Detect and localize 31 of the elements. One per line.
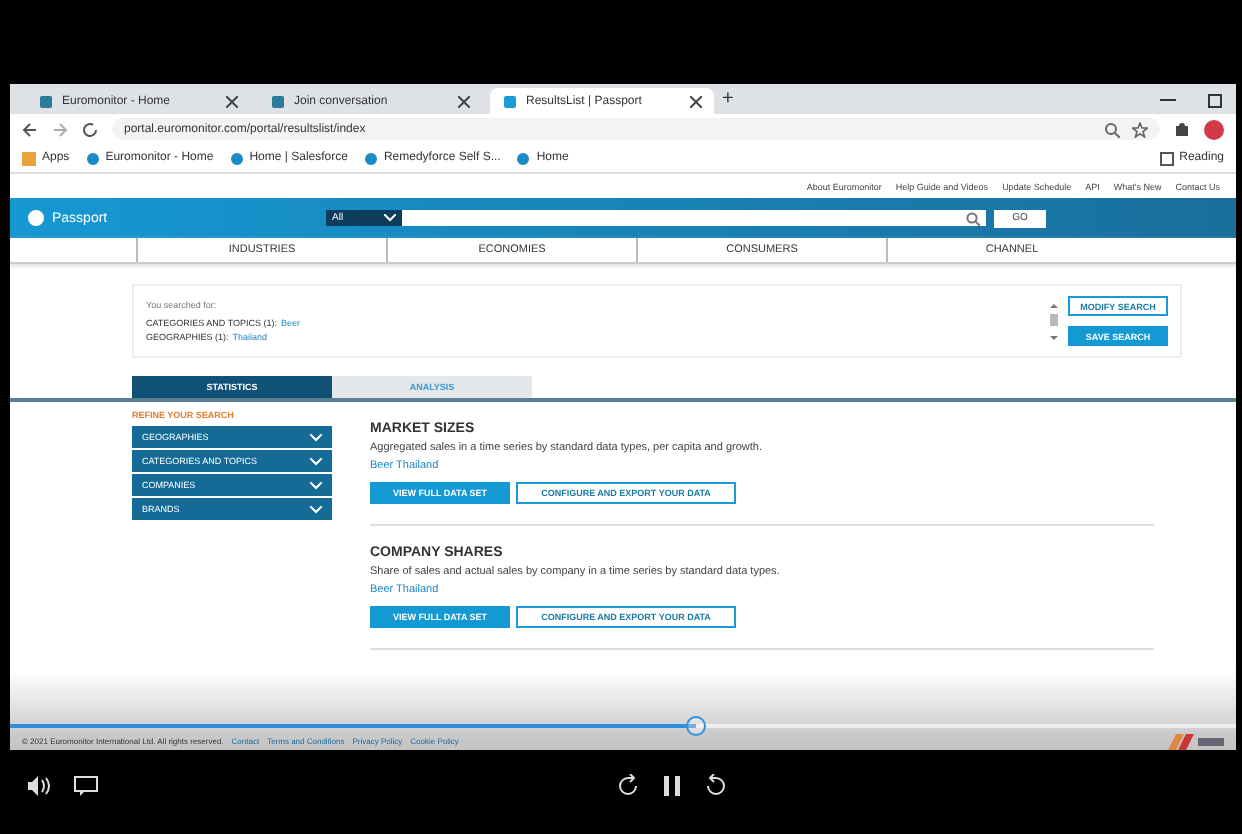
volume-icon[interactable] bbox=[26, 775, 50, 795]
chevron-down-icon bbox=[310, 505, 322, 513]
bookmark-icon bbox=[363, 151, 378, 165]
search-icon bbox=[966, 211, 980, 225]
chevron-down-icon bbox=[310, 481, 322, 489]
profile-avatar-icon[interactable] bbox=[1204, 119, 1224, 139]
new-tab-button[interactable]: + bbox=[722, 88, 734, 110]
restore-icon[interactable] bbox=[1208, 91, 1224, 107]
company-logo-icon bbox=[1168, 733, 1224, 749]
star-icon[interactable] bbox=[1132, 121, 1148, 137]
bookmark-icon bbox=[85, 151, 100, 165]
site-icon bbox=[270, 93, 286, 109]
caret-icon bbox=[384, 214, 396, 222]
back-icon[interactable] bbox=[22, 121, 38, 137]
chevron-down-icon bbox=[310, 433, 322, 441]
bookmark-icon bbox=[229, 151, 244, 165]
logo-icon bbox=[26, 208, 46, 228]
search-field[interactable] bbox=[402, 210, 986, 226]
captions-icon[interactable] bbox=[74, 775, 98, 795]
progress-thumb[interactable] bbox=[686, 716, 707, 736]
reload-icon[interactable] bbox=[82, 121, 98, 137]
pause-icon[interactable] bbox=[663, 775, 679, 795]
site-icon bbox=[502, 93, 518, 109]
close-icon[interactable] bbox=[458, 95, 470, 107]
bookmark-icon bbox=[516, 151, 531, 165]
scrollbar-icon bbox=[1048, 301, 1060, 341]
close-icon[interactable] bbox=[226, 95, 238, 107]
close-icon[interactable] bbox=[690, 95, 702, 107]
chevron-down-icon bbox=[310, 457, 322, 465]
zoom-icon[interactable] bbox=[1104, 121, 1120, 137]
site-icon bbox=[38, 93, 54, 109]
